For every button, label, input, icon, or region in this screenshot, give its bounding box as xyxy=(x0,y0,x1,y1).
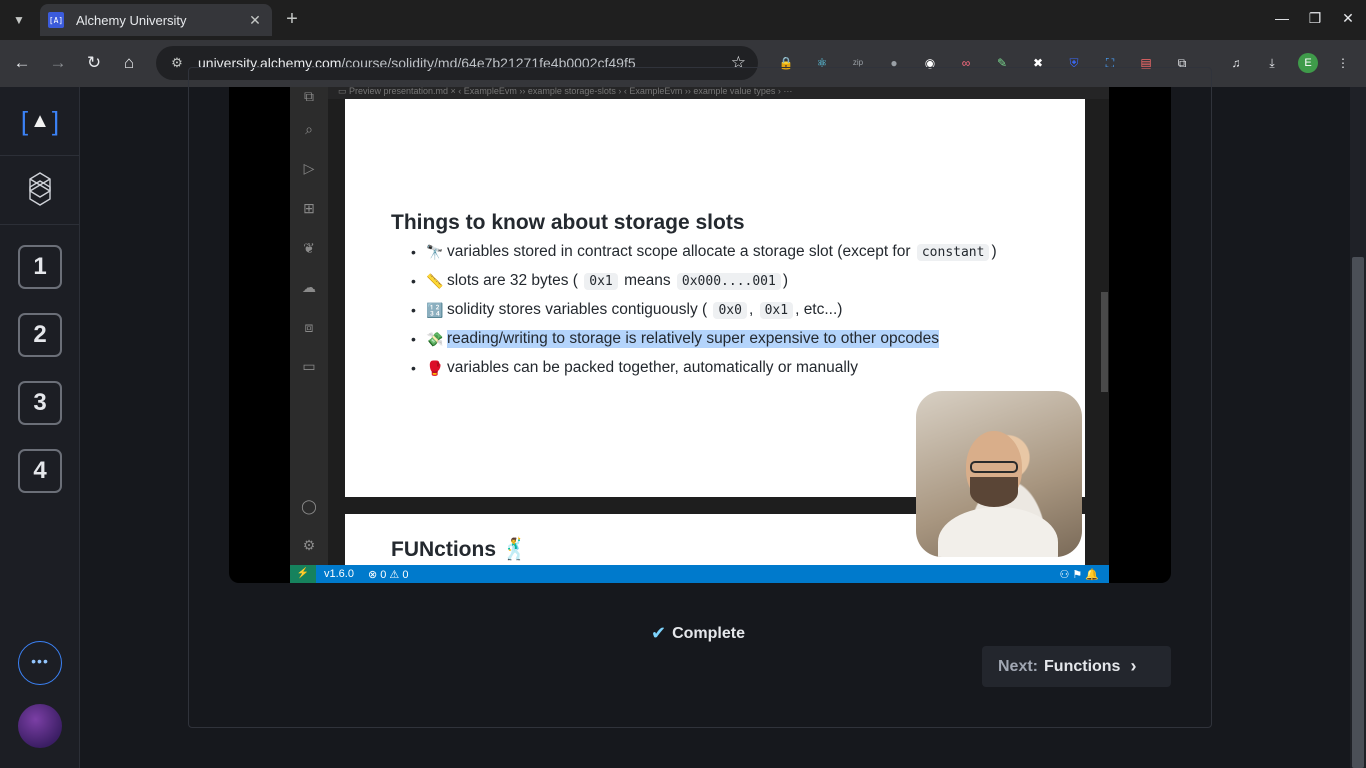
files-icon: ⧉ xyxy=(304,88,314,104)
numbers-icon: 🔢 xyxy=(426,301,444,318)
problems-label: ⊗ 0 ⚠ 0 xyxy=(367,568,409,581)
course-sidebar: [▲] 1 2 3 4 ••• xyxy=(0,87,80,768)
tab-title: Alchemy University xyxy=(76,12,187,28)
favicon-icon: [A] xyxy=(48,12,64,28)
media-icon[interactable]: ♫ xyxy=(1227,54,1245,72)
slide-title: Things to know about storage slots xyxy=(391,211,745,234)
chevron-down-icon: ▼ xyxy=(13,13,25,27)
divider xyxy=(0,155,79,156)
course-hex-icon[interactable] xyxy=(24,171,56,207)
browser-icon: ▭ xyxy=(302,358,316,374)
profile-avatar[interactable]: E xyxy=(1298,53,1318,73)
boxing-glove-icon: 🥊 xyxy=(426,359,444,376)
check-icon: ✔ xyxy=(651,623,667,643)
alchemy-logo[interactable]: [▲] xyxy=(18,103,62,139)
source-control-icon: ⧈ xyxy=(304,319,314,335)
reload-icon[interactable]: ↻ xyxy=(82,51,106,75)
more-options-button[interactable]: ••• xyxy=(18,641,62,685)
forward-icon[interactable]: → xyxy=(46,51,70,75)
telescope-icon: 🔭 xyxy=(426,243,444,260)
lesson-main: ⧉ ⌕ ▷ ⊞ ❦ ☁ ⧈ ▭ ◯ ⚙ ▭ Preview presentati… xyxy=(80,67,1350,768)
gear-icon: ⚙ xyxy=(302,537,316,553)
browser-tab[interactable]: [A] Alchemy University ✕ xyxy=(40,4,272,36)
menu-icon[interactable]: ⋮ xyxy=(1334,54,1352,72)
home-icon[interactable]: ⌂ xyxy=(117,51,141,75)
vscode-scrollbar xyxy=(1101,292,1108,392)
tree-icon: ❦ xyxy=(303,240,315,256)
remote-icon: ⚡ xyxy=(290,565,316,583)
search-icon: ⌕ xyxy=(305,121,313,137)
status-icons: ⚇ ⚑ 🔔 xyxy=(1059,568,1099,581)
run-debug-icon: ▷ xyxy=(303,160,315,176)
close-icon[interactable]: ✕ xyxy=(246,12,264,29)
webcam-overlay xyxy=(916,391,1082,557)
next-title: Functions xyxy=(1044,657,1121,675)
docker-icon: ☁ xyxy=(302,279,316,295)
next-lesson-button[interactable]: Next: Functions › xyxy=(982,646,1171,687)
ruler-icon: 📏 xyxy=(426,272,444,289)
vscode-activity-bar: ⧉ ⌕ ▷ ⊞ ❦ ☁ ⧈ ▭ ◯ ⚙ xyxy=(290,87,328,565)
user-avatar[interactable] xyxy=(18,704,62,748)
tab-strip: ▼ [A] Alchemy University ✕ + — ❐ ✕ xyxy=(0,0,1366,40)
tab-search-button[interactable]: ▼ xyxy=(6,7,32,33)
close-window-icon[interactable]: ✕ xyxy=(1338,10,1358,27)
chevron-right-icon: › xyxy=(1130,656,1137,676)
minimize-icon[interactable]: — xyxy=(1272,10,1292,26)
bullet-3: • 🔢 solidity stores variables contiguousl… xyxy=(411,301,843,319)
account-icon: ◯ xyxy=(301,498,317,514)
step-2-button[interactable]: 2 xyxy=(18,313,62,357)
bullet-2: • 📏 slots are 32 bytes ( 0x1 means 0x000.… xyxy=(411,272,788,290)
bullet-1: • 🔭 variables stored in contract scope al… xyxy=(411,243,997,261)
complete-label: Complete xyxy=(672,624,745,642)
bullet-4: • 💸 reading/writing to storage is relativ… xyxy=(411,330,939,348)
site-info-icon[interactable]: ⚙ xyxy=(168,54,186,72)
vscode-status-bar: ⚡ v1.6.0 ⊗ 0 ⚠ 0 ⚇ ⚑ 🔔 xyxy=(290,565,1109,583)
bullet-5: • 🥊 variables can be packed together, aut… xyxy=(411,359,858,376)
back-icon[interactable]: ← xyxy=(10,51,34,75)
step-1-button[interactable]: 1 xyxy=(18,245,62,289)
step-3-button[interactable]: 3 xyxy=(18,381,62,425)
complete-button[interactable]: ✔ Complete xyxy=(651,623,745,644)
new-tab-button[interactable]: + xyxy=(280,8,304,32)
download-icon[interactable]: ⤓ xyxy=(1263,54,1281,72)
vscode-tabs: ▭ Preview presentation.md × ‹ ExampleEvm… xyxy=(328,87,1109,99)
page-scrollbar[interactable] xyxy=(1350,87,1366,768)
step-4-button[interactable]: 4 xyxy=(18,449,62,493)
divider xyxy=(0,224,79,225)
maximize-icon[interactable]: ❐ xyxy=(1305,10,1325,27)
video-player[interactable]: ⧉ ⌕ ▷ ⊞ ❦ ☁ ⧈ ▭ ◯ ⚙ ▭ Preview presentati… xyxy=(229,87,1171,583)
scrollbar-thumb[interactable] xyxy=(1352,257,1364,768)
next-prefix: Next: xyxy=(998,657,1039,675)
extensions-icon: ⊞ xyxy=(303,200,315,216)
money-icon: 💸 xyxy=(426,330,444,347)
next-slide-title: FUNctions 🕺 xyxy=(391,538,528,561)
version-label: v1.6.0 xyxy=(324,568,354,580)
